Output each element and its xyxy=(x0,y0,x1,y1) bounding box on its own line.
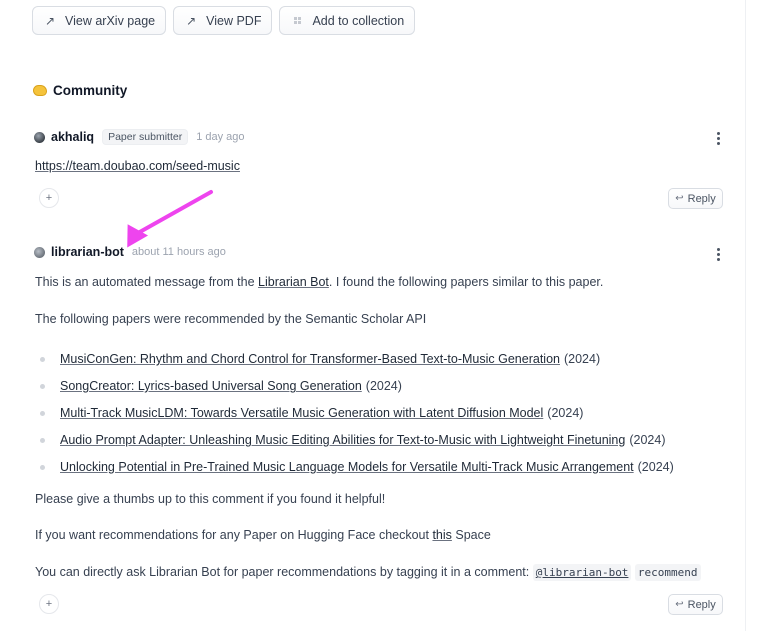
recommendation-link[interactable]: Multi-Track MusicLDM: Towards Versatile … xyxy=(60,406,543,420)
reply-icon: ↩ xyxy=(675,193,684,204)
space-text: If you want recommendations for any Pape… xyxy=(35,528,491,542)
bot-intro-pre: This is an automated message from the xyxy=(35,275,259,289)
list-item: MusiConGen: Rhythm and Chord Control for… xyxy=(40,346,674,373)
list-item: Unlocking Potential in Pre-Trained Music… xyxy=(40,454,674,481)
grid-icon xyxy=(290,17,304,24)
recommendation-link[interactable]: Audio Prompt Adapter: Unleashing Music E… xyxy=(60,433,625,447)
view-pdf-button[interactable]: ↗ View PDF xyxy=(173,6,273,35)
community-header: Community xyxy=(33,83,127,98)
reply-button[interactable]: ↩ Reply xyxy=(668,594,723,615)
comment-header: librarian-bot about 11 hours ago xyxy=(34,245,226,259)
recommend-command: recommend xyxy=(634,564,701,581)
add-reaction-button[interactable]: + xyxy=(39,594,59,614)
list-item: SongCreator: Lyrics-based Universal Song… xyxy=(40,373,674,400)
view-arxiv-label: View arXiv page xyxy=(65,13,156,28)
comment-menu-icon[interactable] xyxy=(716,248,720,261)
arrow-up-right-icon: ↗ xyxy=(186,13,197,28)
paper-actions: ↗ View arXiv page ↗ View PDF Add to coll… xyxy=(32,6,416,35)
plus-icon: + xyxy=(45,598,53,610)
list-item: Audio Prompt Adapter: Unleashing Music E… xyxy=(40,427,674,454)
reply-icon: ↩ xyxy=(675,599,684,610)
bullet-icon xyxy=(40,410,45,416)
space-text-post: Space xyxy=(451,528,491,542)
plus-icon: + xyxy=(45,192,53,204)
avatar[interactable] xyxy=(34,246,45,258)
recommendation-list: MusiConGen: Rhythm and Chord Control for… xyxy=(40,346,674,480)
recommendation-year: (2024) xyxy=(547,406,584,421)
bullet-icon xyxy=(40,383,45,389)
avatar[interactable] xyxy=(34,131,45,143)
api-line: The following papers were recommended by… xyxy=(35,312,427,326)
librarian-bot-link[interactable]: Librarian Bot xyxy=(258,275,329,289)
bot-intro-post: . I found the following papers similar t… xyxy=(328,275,604,289)
list-item: Multi-Track MusicLDM: Towards Versatile … xyxy=(40,400,674,427)
community-blob-icon xyxy=(33,85,47,96)
recommendation-link[interactable]: Unlocking Potential in Pre-Trained Music… xyxy=(60,460,634,474)
bot-intro-text: This is an automated message from the Li… xyxy=(35,275,603,289)
paper-submitter-badge: Paper submitter xyxy=(102,129,189,145)
thumbs-up-text: Please give a thumbs up to this comment … xyxy=(35,492,386,506)
comment-username[interactable]: librarian-bot xyxy=(51,245,124,259)
recommendation-link[interactable]: MusiConGen: Rhythm and Chord Control for… xyxy=(60,352,560,366)
bullet-icon xyxy=(40,464,45,470)
reply-label: Reply xyxy=(687,598,716,611)
comment-header: akhaliq Paper submitter 1 day ago xyxy=(34,129,245,145)
community-title: Community xyxy=(53,83,128,98)
ask-bot-text: You can directly ask Librarian Bot for p… xyxy=(35,564,701,581)
bullet-icon xyxy=(40,356,45,362)
seed-music-link[interactable]: https://team.doubao.com/seed-music xyxy=(35,159,240,173)
content-right-border xyxy=(745,0,746,631)
reply-button[interactable]: ↩ Reply xyxy=(668,188,723,209)
recommendation-year: (2024) xyxy=(637,460,674,474)
space-text-pre: If you want recommendations for any Pape… xyxy=(35,528,433,542)
comment-timestamp: about 11 hours ago xyxy=(131,246,226,258)
comment-menu-icon[interactable] xyxy=(716,132,720,145)
comment-timestamp: 1 day ago xyxy=(196,131,245,143)
recommendation-year: (2024) xyxy=(365,379,402,394)
add-to-collection-button[interactable]: Add to collection xyxy=(279,6,416,35)
reply-label: Reply xyxy=(687,192,716,205)
bullet-icon xyxy=(40,437,45,443)
recommendation-year: (2024) xyxy=(629,433,666,448)
add-to-collection-label: Add to collection xyxy=(312,13,405,28)
librarian-bot-mention[interactable]: @librarian-bot xyxy=(532,564,632,581)
add-reaction-button[interactable]: + xyxy=(39,188,59,208)
ask-bot-pre: You can directly ask Librarian Bot for p… xyxy=(35,565,533,579)
comment-body: https://team.doubao.com/seed-music xyxy=(35,159,240,173)
view-pdf-label: View PDF xyxy=(206,13,262,28)
space-link[interactable]: this xyxy=(432,528,451,542)
recommendation-year: (2024) xyxy=(563,352,601,367)
recommendation-link[interactable]: SongCreator: Lyrics-based Universal Song… xyxy=(60,379,362,393)
arrow-up-right-icon: ↗ xyxy=(44,13,56,28)
view-arxiv-button[interactable]: ↗ View arXiv page xyxy=(32,6,167,35)
comment-username[interactable]: akhaliq xyxy=(51,130,94,144)
